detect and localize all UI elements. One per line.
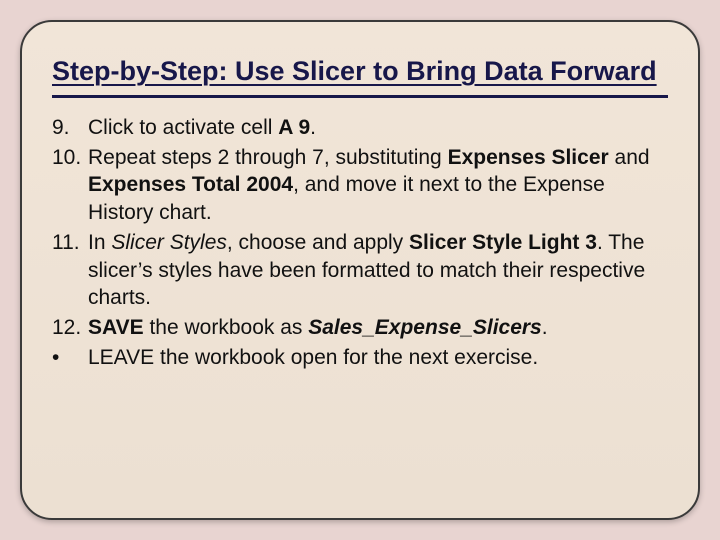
bold-text: Expenses Slicer — [448, 146, 609, 169]
text: Click to activate cell — [88, 116, 278, 139]
step-number: 11. — [52, 229, 88, 312]
italic-text: Slicer Styles — [111, 231, 227, 254]
step-11: 11. In Slicer Styles, choose and apply S… — [52, 229, 668, 312]
text: In — [88, 231, 111, 254]
text: . — [310, 116, 316, 139]
text: . — [542, 316, 548, 339]
bullet-icon: • — [52, 344, 88, 372]
step-text: Click to activate cell A 9. — [88, 114, 668, 142]
bold-text: Expenses Total 2004 — [88, 173, 293, 196]
step-number: 12. — [52, 314, 88, 342]
step-text: Repeat steps 2 through 7, substituting E… — [88, 144, 668, 227]
slide-card: Step-by-Step: Use Slicer to Bring Data F… — [20, 20, 700, 520]
step-10: 10. Repeat steps 2 through 7, substituti… — [52, 144, 668, 227]
step-12: 12. SAVE the workbook as Sales_Expense_S… — [52, 314, 668, 342]
step-list: 9. Click to activate cell A 9. 10. Repea… — [52, 114, 668, 371]
title-rule — [52, 95, 668, 98]
text: LEAVE the workbook open for the next exe… — [88, 346, 538, 369]
bold-text: SAVE — [88, 316, 144, 339]
text: Repeat steps 2 through 7, substituting — [88, 146, 448, 169]
bold-text: Slicer Style Light 3 — [409, 231, 597, 254]
step-number: 9. — [52, 114, 88, 142]
text: , choose and apply — [227, 231, 409, 254]
bolditalic-text: Sales_Expense_Slicers — [308, 316, 542, 339]
step-bullet: • LEAVE the workbook open for the next e… — [52, 344, 668, 372]
step-text: In Slicer Styles, choose and apply Slice… — [88, 229, 668, 312]
slide-title: Step-by-Step: Use Slicer to Bring Data F… — [52, 56, 668, 87]
bold-text: A 9 — [278, 116, 310, 139]
step-text: LEAVE the workbook open for the next exe… — [88, 344, 668, 372]
step-number: 10. — [52, 144, 88, 227]
step-9: 9. Click to activate cell A 9. — [52, 114, 668, 142]
step-text: SAVE the workbook as Sales_Expense_Slice… — [88, 314, 668, 342]
text: and — [609, 146, 650, 169]
text: the workbook as — [144, 316, 309, 339]
